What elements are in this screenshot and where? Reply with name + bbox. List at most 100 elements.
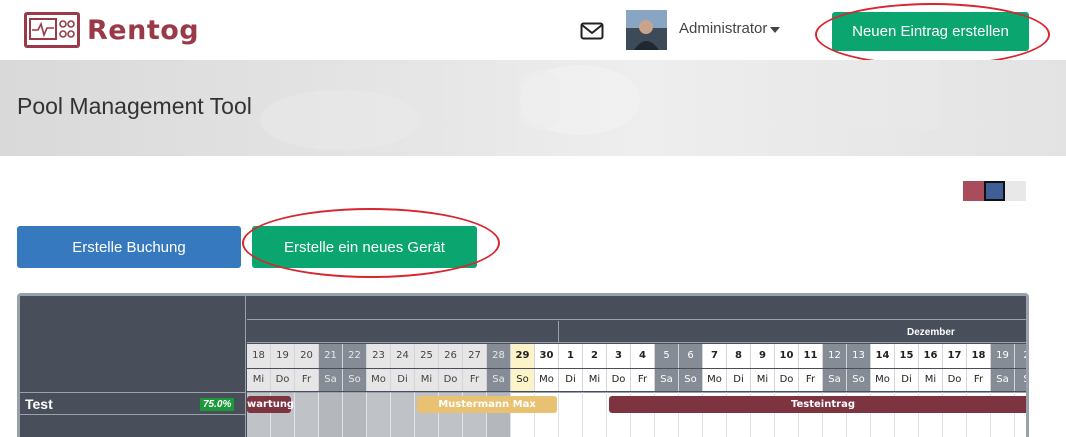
day-number: 16 — [919, 344, 943, 368]
day-weekday: So — [343, 369, 367, 391]
utilization-badge: 75.0% — [200, 398, 235, 411]
day-weekday: Sa — [823, 369, 847, 391]
day-number: 14 — [871, 344, 895, 368]
top-header: Rentog Administrator Neuen Eintrag erste… — [0, 0, 1066, 66]
day-weekday: Fr — [799, 369, 823, 391]
user-name: Administrator — [679, 20, 768, 37]
day-slot[interactable] — [367, 392, 391, 437]
day-number: 18 — [967, 344, 991, 368]
day-number: 20 — [295, 344, 319, 368]
day-weekday: So — [511, 369, 535, 391]
booking-bar[interactable]: Testeintrag — [609, 396, 1026, 413]
highlight-annotation — [242, 208, 500, 278]
day-number: 27 — [463, 344, 487, 368]
day-number: 28 — [487, 344, 511, 368]
month-label: Dezember — [907, 327, 955, 338]
day-number: 26 — [439, 344, 463, 368]
day-number: 9 — [751, 344, 775, 368]
mail-icon[interactable] — [580, 21, 604, 41]
day-weekday: Fr — [463, 369, 487, 391]
day-weekday: Fr — [967, 369, 991, 391]
day-weekday: S — [1015, 369, 1026, 391]
day-weekday: Mi — [919, 369, 943, 391]
day-number: 10 — [775, 344, 799, 368]
day-slot[interactable] — [343, 392, 367, 437]
day-weekday: Do — [607, 369, 631, 391]
day-number: 8 — [727, 344, 751, 368]
day-weekday: Di — [727, 369, 751, 391]
theme-swatch-blue[interactable] — [984, 181, 1005, 201]
resource-row[interactable]: Test 75.0% — [20, 392, 246, 414]
resource-column: Test 75.0% — [20, 296, 246, 437]
day-number: 7 — [703, 344, 727, 368]
day-number: 18 — [247, 344, 271, 368]
day-weekday: Sa — [319, 369, 343, 391]
day-slot[interactable] — [559, 392, 583, 437]
day-number: 6 — [679, 344, 703, 368]
page-title: Pool Management Tool — [17, 93, 252, 119]
month-divider — [558, 321, 559, 343]
day-slot[interactable] — [391, 392, 415, 437]
day-weekday: Fr — [295, 369, 319, 391]
day-weekday: Di — [895, 369, 919, 391]
booking-bar[interactable]: Mustermann Max — [417, 396, 557, 413]
user-menu[interactable]: Administrator — [679, 20, 781, 37]
day-number: 2 — [1015, 344, 1026, 368]
day-weekday: Sa — [487, 369, 511, 391]
day-weekday: Fr — [631, 369, 655, 391]
day-weekday: Do — [439, 369, 463, 391]
day-number: 22 — [343, 344, 367, 368]
day-number: 23 — [367, 344, 391, 368]
day-number: 15 — [895, 344, 919, 368]
day-weekday: Di — [391, 369, 415, 391]
day-weekday: Mi — [247, 369, 271, 391]
day-weekday: Do — [271, 369, 295, 391]
logo-text: Rentog — [87, 14, 200, 46]
theme-swatch-red[interactable] — [963, 181, 984, 201]
day-weekday: So — [847, 369, 871, 391]
day-slot[interactable] — [583, 392, 607, 437]
logo[interactable]: Rentog — [24, 12, 199, 48]
day-number: 5 — [655, 344, 679, 368]
day-number: 12 — [823, 344, 847, 368]
day-weekday: Mo — [703, 369, 727, 391]
day-weekday: Mi — [583, 369, 607, 391]
pool-calendar: Test 75.0% Dezember 18 Mi 19 Do 20 Fr 21 Sa 22 So… — [17, 293, 1029, 437]
day-weekday: Sa — [655, 369, 679, 391]
day-number: 19 — [271, 344, 295, 368]
day-weekday: So — [679, 369, 703, 391]
highlight-annotation — [815, 3, 1050, 66]
day-weekday: Do — [943, 369, 967, 391]
day-number: 2 — [583, 344, 607, 368]
day-number: 17 — [943, 344, 967, 368]
day-number: 30 — [535, 344, 559, 368]
day-number: 24 — [391, 344, 415, 368]
calendar-grid: Dezember 18 Mi 19 Do 20 Fr 21 Sa 22 So 23 Mo 24 Di 25 M… — [247, 296, 1026, 437]
day-slot[interactable] — [295, 392, 319, 437]
day-weekday: Sa — [991, 369, 1015, 391]
day-weekday: Mi — [751, 369, 775, 391]
logo-device-icon — [24, 12, 80, 48]
booking-bar[interactable]: wartung — [247, 396, 294, 413]
theme-swatch-grey[interactable] — [1005, 181, 1026, 201]
day-weekday: Mo — [535, 369, 559, 391]
theme-swatches — [963, 181, 1026, 201]
day-number: 11 — [799, 344, 823, 368]
avatar[interactable] — [626, 10, 667, 50]
day-slot[interactable] — [319, 392, 343, 437]
day-weekday: Mo — [367, 369, 391, 391]
resource-row-empty — [20, 414, 246, 437]
day-weekday: Mo — [871, 369, 895, 391]
day-number: 21 — [319, 344, 343, 368]
day-number: 19 — [991, 344, 1015, 368]
day-number: 3 — [607, 344, 631, 368]
day-weekday: Di — [559, 369, 583, 391]
resource-name: Test — [25, 396, 53, 412]
day-number: 4 — [631, 344, 655, 368]
day-number: 1 — [559, 344, 583, 368]
day-number: 13 — [847, 344, 871, 368]
create-booking-button[interactable]: Erstelle Buchung — [17, 226, 241, 268]
day-weekday: Mi — [415, 369, 439, 391]
calendar-header-year — [247, 296, 1026, 320]
day-number: 25 — [415, 344, 439, 368]
